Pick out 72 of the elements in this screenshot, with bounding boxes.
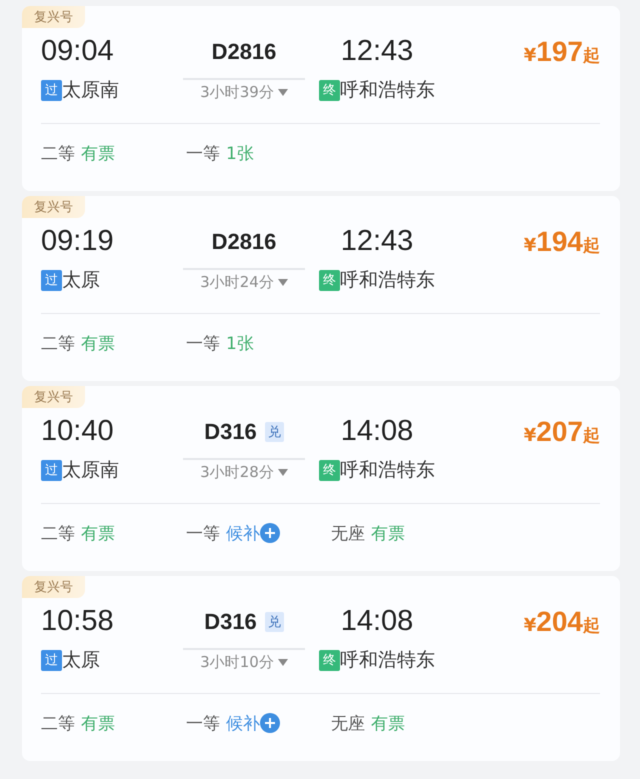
departure-time: 09:04 (41, 35, 115, 68)
station-tag: 过 (41, 650, 62, 670)
arrival-station: 呼和浩特东 (340, 268, 435, 293)
seat-availability: 有票 (371, 712, 405, 734)
train-number: D2816 (212, 38, 276, 64)
seat-class: 二等 (41, 712, 75, 734)
dropdown-icon[interactable] (278, 89, 288, 96)
seat-availability: 1张 (226, 332, 254, 354)
train-card[interactable]: 复兴号 10:40 D316 兑 14:08 ¥207起 过 太原南 3小时28分 终 呼和浩特东 二等 有票 一等 候补 无座 有票 (22, 386, 620, 571)
arrival-station: 呼和浩特东 (340, 648, 435, 673)
price: ¥197起 (524, 36, 600, 68)
station-tag: 过 (41, 460, 62, 480)
train-card[interactable]: 复兴号 09:19 D2816 12:43 ¥194起 过 太原 3小时24分 终 呼和浩特东 二等 有票 一等 1张 (22, 196, 620, 381)
exchange-badge: 兑 (264, 422, 284, 442)
train-brand-label: 复兴号 (22, 196, 85, 218)
seat-availability: 1张 (226, 142, 254, 164)
departure-time: 10:40 (41, 415, 115, 448)
seat-class: 二等 (41, 142, 75, 164)
station-tag: 终 (319, 650, 340, 670)
seat-availability[interactable]: 候补 (226, 712, 260, 734)
train-brand-label: 复兴号 (22, 386, 85, 408)
station-tag: 终 (319, 80, 340, 100)
seat-class: 无座 (331, 522, 365, 544)
arrival-station: 呼和浩特东 (340, 78, 435, 103)
add-icon[interactable] (260, 713, 280, 733)
train-brand-label: 复兴号 (22, 6, 85, 28)
seat-class: 无座 (331, 712, 365, 734)
dropdown-icon[interactable] (278, 469, 288, 476)
arrival-time: 12:43 (340, 35, 414, 68)
train-card[interactable]: 复兴号 09:04 D2816 12:43 ¥197起 过 太原南 3小时39分 终 呼和浩特东 二等 有票 一等 1张 (22, 6, 620, 191)
seat-class: 二等 (41, 522, 75, 544)
arrival-time: 14:08 (340, 415, 414, 448)
add-icon[interactable] (260, 523, 280, 543)
dropdown-icon[interactable] (278, 279, 288, 286)
departure-station: 太原南 (62, 78, 119, 103)
train-number: D316 (204, 608, 257, 634)
station-tag: 终 (319, 270, 340, 290)
seat-availability: 有票 (81, 332, 115, 354)
dropdown-icon[interactable] (278, 659, 288, 666)
price: ¥207起 (524, 416, 600, 448)
seat-class: 一等 (186, 522, 220, 544)
train-number: D316 (204, 418, 257, 444)
seat-availability: 有票 (81, 712, 115, 734)
seat-class: 一等 (186, 142, 220, 164)
train-card[interactable]: 复兴号 10:58 D316 兑 14:08 ¥204起 过 太原 3小时10分 终 呼和浩特东 二等 有票 一等 候补 无座 有票 (22, 576, 620, 761)
seat-availability: 有票 (81, 142, 115, 164)
departure-station: 太原南 (62, 458, 119, 483)
seat-class: 二等 (41, 332, 75, 354)
price: ¥194起 (524, 226, 600, 258)
duration[interactable]: 3小时28分 (200, 463, 274, 482)
seat-availability[interactable]: 候补 (226, 522, 260, 544)
departure-station: 太原 (62, 648, 100, 673)
exchange-badge: 兑 (264, 612, 284, 632)
duration[interactable]: 3小时10分 (200, 653, 274, 672)
arrival-time: 14:08 (340, 605, 414, 638)
departure-station: 太原 (62, 268, 100, 293)
departure-time: 10:58 (41, 605, 115, 638)
price: ¥204起 (524, 606, 600, 638)
arrival-time: 12:43 (340, 225, 414, 258)
duration[interactable]: 3小时24分 (200, 273, 274, 292)
station-tag: 过 (41, 80, 62, 100)
seat-class: 一等 (186, 332, 220, 354)
seat-availability: 有票 (371, 522, 405, 544)
seat-availability: 有票 (81, 522, 115, 544)
train-brand-label: 复兴号 (22, 576, 85, 598)
station-tag: 过 (41, 270, 62, 290)
train-number: D2816 (212, 228, 276, 254)
duration[interactable]: 3小时39分 (200, 83, 274, 102)
arrival-station: 呼和浩特东 (340, 458, 435, 483)
departure-time: 09:19 (41, 225, 115, 258)
seat-class: 一等 (186, 712, 220, 734)
station-tag: 终 (319, 460, 340, 480)
